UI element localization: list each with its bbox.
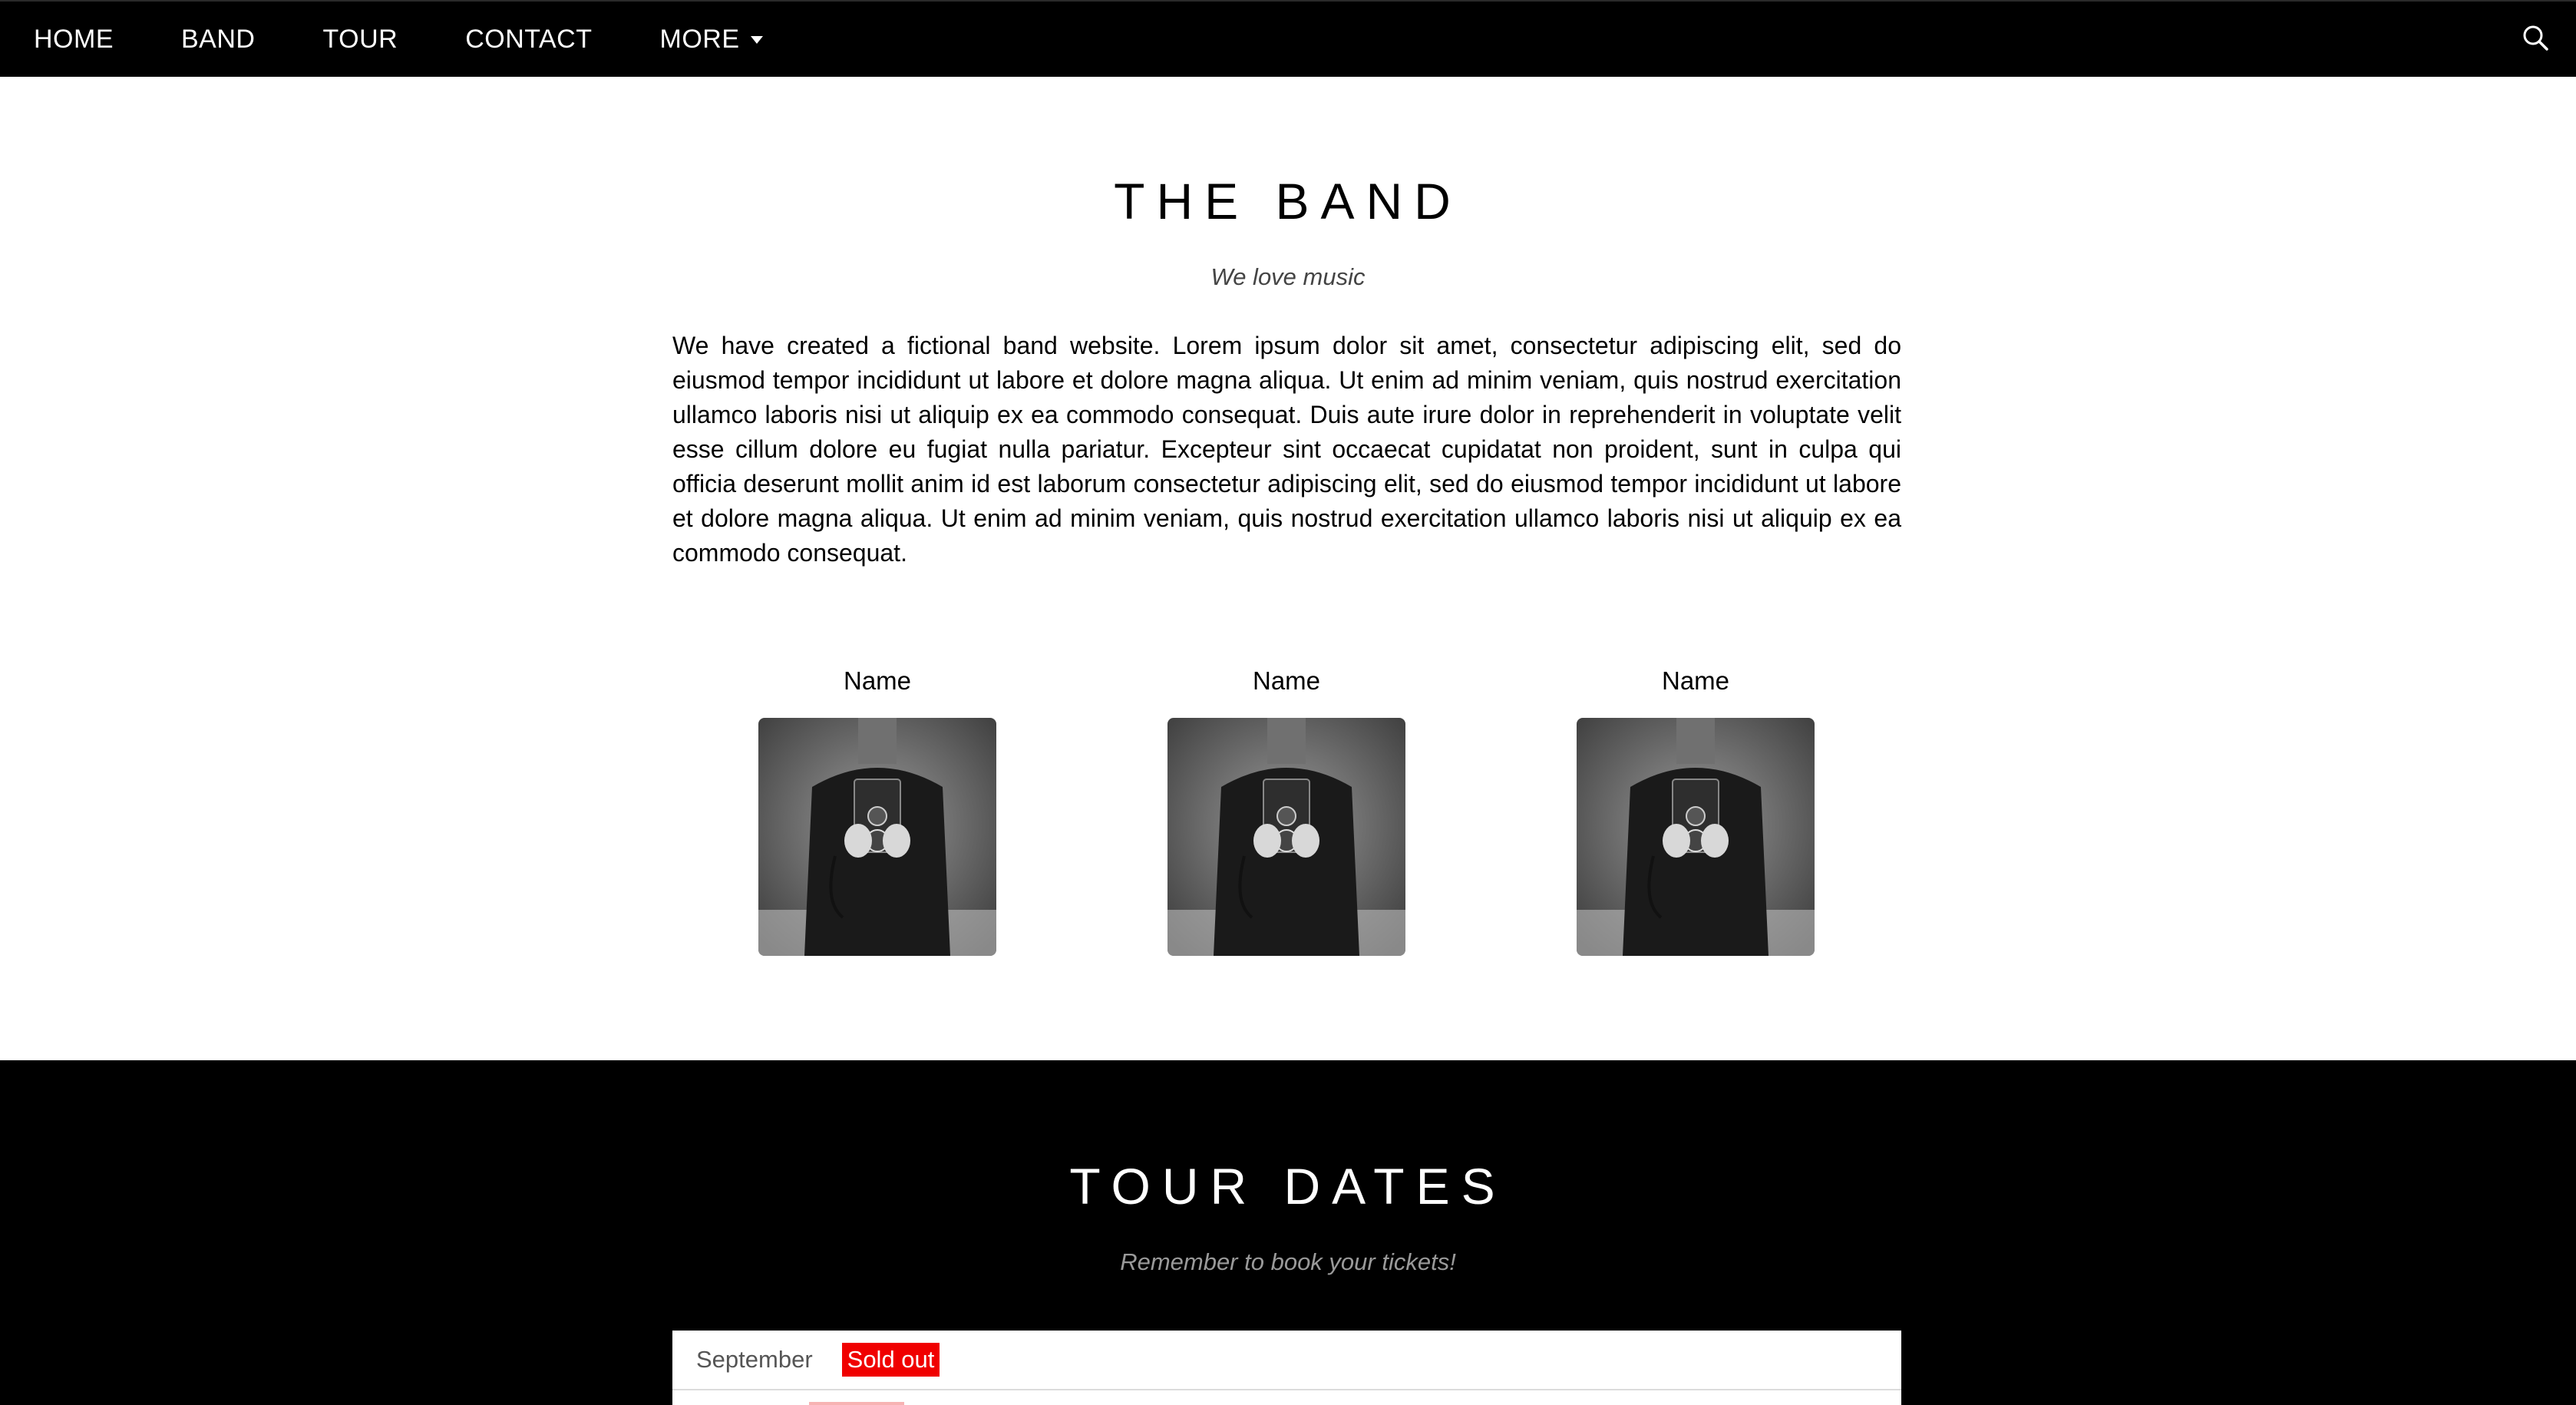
- tour-section: TOUR DATES Remember to book your tickets…: [0, 1060, 2576, 1405]
- member-photo[interactable]: [1167, 718, 1405, 956]
- tour-dates-list: September Sold out: [672, 1331, 1901, 1405]
- member-name: Name: [1661, 666, 1730, 695]
- caret-down-icon: [750, 36, 763, 44]
- top-navbar: HOME BAND TOUR CONTACT MORE: [0, 0, 2576, 77]
- tour-month: September: [696, 1346, 813, 1373]
- nav-band-label: BAND: [181, 24, 256, 54]
- search-button[interactable]: [2518, 20, 2555, 57]
- band-member-card: Name: [1577, 662, 1815, 956]
- nav-tour-label: TOUR: [322, 24, 398, 54]
- tour-date-row: September Sold out: [672, 1331, 1901, 1390]
- nav-tour[interactable]: TOUR: [289, 2, 431, 77]
- photo-illustration: [1577, 718, 1815, 956]
- member-name: Name: [843, 666, 912, 695]
- nav-contact[interactable]: CONTACT: [431, 2, 626, 77]
- search-icon: [2523, 25, 2548, 51]
- member-name: Name: [1252, 666, 1321, 695]
- tour-title: TOUR DATES: [1069, 1158, 1507, 1215]
- tour-subtitle: Remember to book your tickets!: [1120, 1248, 1456, 1275]
- band-subtitle: We love music: [1210, 263, 1366, 290]
- band-title: THE BAND: [1114, 173, 1462, 230]
- band-member-card: Name: [758, 662, 996, 956]
- band-description: We have created a fictional band website…: [672, 332, 1901, 567]
- photo-illustration: [758, 718, 996, 956]
- nav-more-dropdown[interactable]: MORE: [626, 2, 797, 77]
- band-section: THE BAND We love music We have created a…: [0, 77, 2576, 1060]
- member-photo[interactable]: [758, 718, 996, 956]
- band-member-card: Name: [1167, 662, 1405, 956]
- member-photo[interactable]: [1577, 718, 1815, 956]
- nav-home[interactable]: HOME: [0, 2, 147, 77]
- nav-more-label: MORE: [659, 24, 740, 54]
- nav-band[interactable]: BAND: [147, 2, 289, 77]
- photo-illustration: [1167, 718, 1405, 956]
- nav-contact-label: CONTACT: [465, 24, 593, 54]
- sold-out-badge: Sold out: [841, 1343, 940, 1377]
- next-row-badge-edge: [809, 1402, 904, 1405]
- nav-home-label: HOME: [34, 24, 114, 54]
